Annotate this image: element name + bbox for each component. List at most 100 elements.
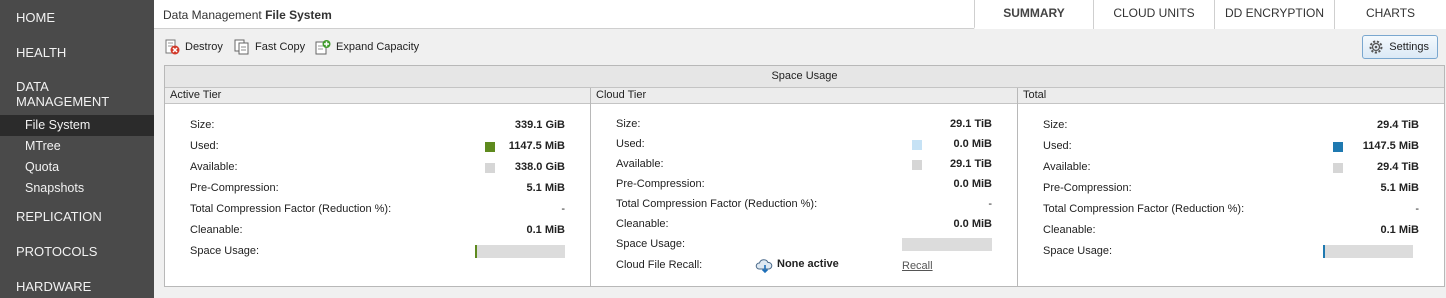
total-cleanable-value: 0.1 MiB xyxy=(1380,224,1419,236)
total-column: Total Size: 29.4 TiB Used: 1147.5 MiB Av… xyxy=(1018,88,1444,286)
breadcrumb: Data Management File System xyxy=(163,8,332,22)
active-precomp-value: 5.1 MiB xyxy=(526,182,565,194)
space-usage-label: Space Usage: xyxy=(616,238,686,250)
recall-link[interactable]: Recall xyxy=(902,260,933,272)
total-cleanable-row: Cleanable: 0.1 MiB xyxy=(1018,224,1444,238)
active-precomp-row: Pre-Compression: 5.1 MiB xyxy=(165,182,590,196)
total-used-row: Used: 1147.5 MiB xyxy=(1018,140,1444,154)
active-available-row: Available: 338.0 GiB xyxy=(165,161,590,175)
expand-icon xyxy=(315,40,331,55)
cloud-tier-header: Cloud Tier xyxy=(591,88,1017,104)
pre-compression-label: Pre-Compression: xyxy=(190,182,279,194)
breadcrumb-section: Data Management xyxy=(163,8,262,22)
active-tier-header: Active Tier xyxy=(165,88,590,104)
active-used-row: Used: 1147.5 MiB xyxy=(165,140,590,154)
active-used-value: 1147.5 MiB xyxy=(508,140,565,152)
total-available-value: 29.4 TiB xyxy=(1377,161,1419,173)
fast-copy-button[interactable]: Fast Copy xyxy=(234,38,305,56)
total-precomp-row: Pre-Compression: 5.1 MiB xyxy=(1018,182,1444,196)
settings-label: Settings xyxy=(1389,41,1429,53)
destroy-icon xyxy=(165,39,180,55)
cleanable-label: Cleanable: xyxy=(190,224,243,236)
cloud-download-icon xyxy=(755,259,773,274)
active-available-value: 338.0 GiB xyxy=(514,161,565,173)
nav-data-management[interactable]: DATA MANAGEMENT xyxy=(0,70,154,115)
total-size-row: Size: 29.4 TiB xyxy=(1018,119,1444,133)
cloud-tcf-value: - xyxy=(988,198,992,210)
copy-icon xyxy=(234,39,249,55)
main-content: Data Management File System SUMMARY CLOU… xyxy=(154,0,1446,298)
used-label: Used: xyxy=(616,138,645,150)
total-usage-fill xyxy=(1323,245,1325,258)
cloud-usage-bar xyxy=(902,238,992,251)
available-color-swatch xyxy=(912,160,922,170)
tab-charts[interactable]: CHARTS xyxy=(1334,0,1446,29)
active-tcf-value: - xyxy=(561,203,565,215)
active-cleanable-row: Cleanable: 0.1 MiB xyxy=(165,224,590,238)
total-size-value: 29.4 TiB xyxy=(1377,119,1419,131)
nav-sub-mtree[interactable]: MTree xyxy=(0,136,154,157)
tab-summary[interactable]: SUMMARY xyxy=(974,0,1093,29)
active-size-value: 339.1 GiB xyxy=(514,119,565,131)
nav-data-management-line1: DATA xyxy=(16,79,49,94)
cloud-tier-column: Cloud Tier Size: 29.1 TiB Used: 0.0 MiB … xyxy=(591,88,1018,286)
nav-health[interactable]: HEALTH xyxy=(0,35,154,70)
active-usage-row: Space Usage: xyxy=(165,245,590,259)
available-color-swatch xyxy=(1333,163,1343,173)
breadcrumb-page: File System xyxy=(265,8,332,22)
top-bar: Data Management File System SUMMARY CLOU… xyxy=(154,0,1446,29)
nav-replication[interactable]: REPLICATION xyxy=(0,199,154,234)
expand-capacity-button[interactable]: Expand Capacity xyxy=(315,38,419,56)
total-tcf-value: - xyxy=(1415,203,1419,215)
total-tcf-row: Total Compression Factor (Reduction %): … xyxy=(1018,203,1444,217)
tab-dd-encryption[interactable]: DD ENCRYPTION xyxy=(1214,0,1334,29)
nav-sub-snapshots[interactable]: Snapshots xyxy=(0,178,154,199)
destroy-label: Destroy xyxy=(185,41,223,53)
nav-sub-quota[interactable]: Quota xyxy=(0,157,154,178)
cloud-cleanable-value: 0.0 MiB xyxy=(953,218,992,230)
cleanable-label: Cleanable: xyxy=(616,218,669,230)
available-color-swatch xyxy=(485,163,495,173)
available-label: Available: xyxy=(616,158,664,170)
cleanable-label: Cleanable: xyxy=(1043,224,1096,236)
cloud-usage-row: Space Usage: xyxy=(591,238,1017,252)
size-label: Size: xyxy=(616,118,641,130)
active-usage-bar xyxy=(475,245,565,258)
space-usage-label: Space Usage: xyxy=(190,245,260,257)
size-label: Size: xyxy=(190,119,215,131)
sidebar-nav: HOME HEALTH DATA MANAGEMENT File System … xyxy=(0,0,154,298)
toolbar: Destroy Fast Copy Expand Capacity Settin… xyxy=(154,30,1446,64)
used-label: Used: xyxy=(1043,140,1072,152)
nav-protocols[interactable]: PROTOCOLS xyxy=(0,234,154,269)
destroy-button[interactable]: Destroy xyxy=(164,38,223,56)
size-label: Size: xyxy=(1043,119,1068,131)
cloud-recall-status: None active xyxy=(777,258,839,270)
cloud-size-value: 29.1 TiB xyxy=(950,118,992,130)
available-label: Available: xyxy=(1043,161,1091,173)
pre-compression-label: Pre-Compression: xyxy=(616,178,705,190)
fast-copy-label: Fast Copy xyxy=(255,41,306,53)
nav-hardware[interactable]: HARDWARE xyxy=(0,269,154,298)
cloud-available-row: Available: 29.1 TiB xyxy=(591,158,1017,172)
space-usage-panel: Space Usage Active Tier Size: 339.1 GiB … xyxy=(164,65,1445,287)
total-header: Total xyxy=(1018,88,1444,104)
nav-sub-file-system[interactable]: File System xyxy=(0,115,154,136)
cloud-size-row: Size: 29.1 TiB xyxy=(591,118,1017,132)
nav-data-management-line2: MANAGEMENT xyxy=(16,94,110,109)
cloud-precomp-row: Pre-Compression: 0.0 MiB xyxy=(591,178,1017,192)
settings-button[interactable]: Settings xyxy=(1362,35,1438,59)
nav-home[interactable]: HOME xyxy=(0,0,154,35)
total-usage-row: Space Usage: xyxy=(1018,245,1444,259)
total-usage-bar xyxy=(1323,245,1413,258)
gear-icon xyxy=(1369,40,1383,54)
total-precomp-value: 5.1 MiB xyxy=(1380,182,1419,194)
tab-bar: SUMMARY CLOUD UNITS DD ENCRYPTION CHARTS xyxy=(974,0,1446,29)
used-color-swatch xyxy=(912,140,922,150)
active-cleanable-value: 0.1 MiB xyxy=(526,224,565,236)
cloud-used-row: Used: 0.0 MiB xyxy=(591,138,1017,152)
total-available-row: Available: 29.4 TiB xyxy=(1018,161,1444,175)
active-tcf-row: Total Compression Factor (Reduction %): … xyxy=(165,203,590,217)
active-usage-fill xyxy=(475,245,477,258)
expand-capacity-label: Expand Capacity xyxy=(336,41,420,53)
tab-cloud-units[interactable]: CLOUD UNITS xyxy=(1093,0,1214,29)
